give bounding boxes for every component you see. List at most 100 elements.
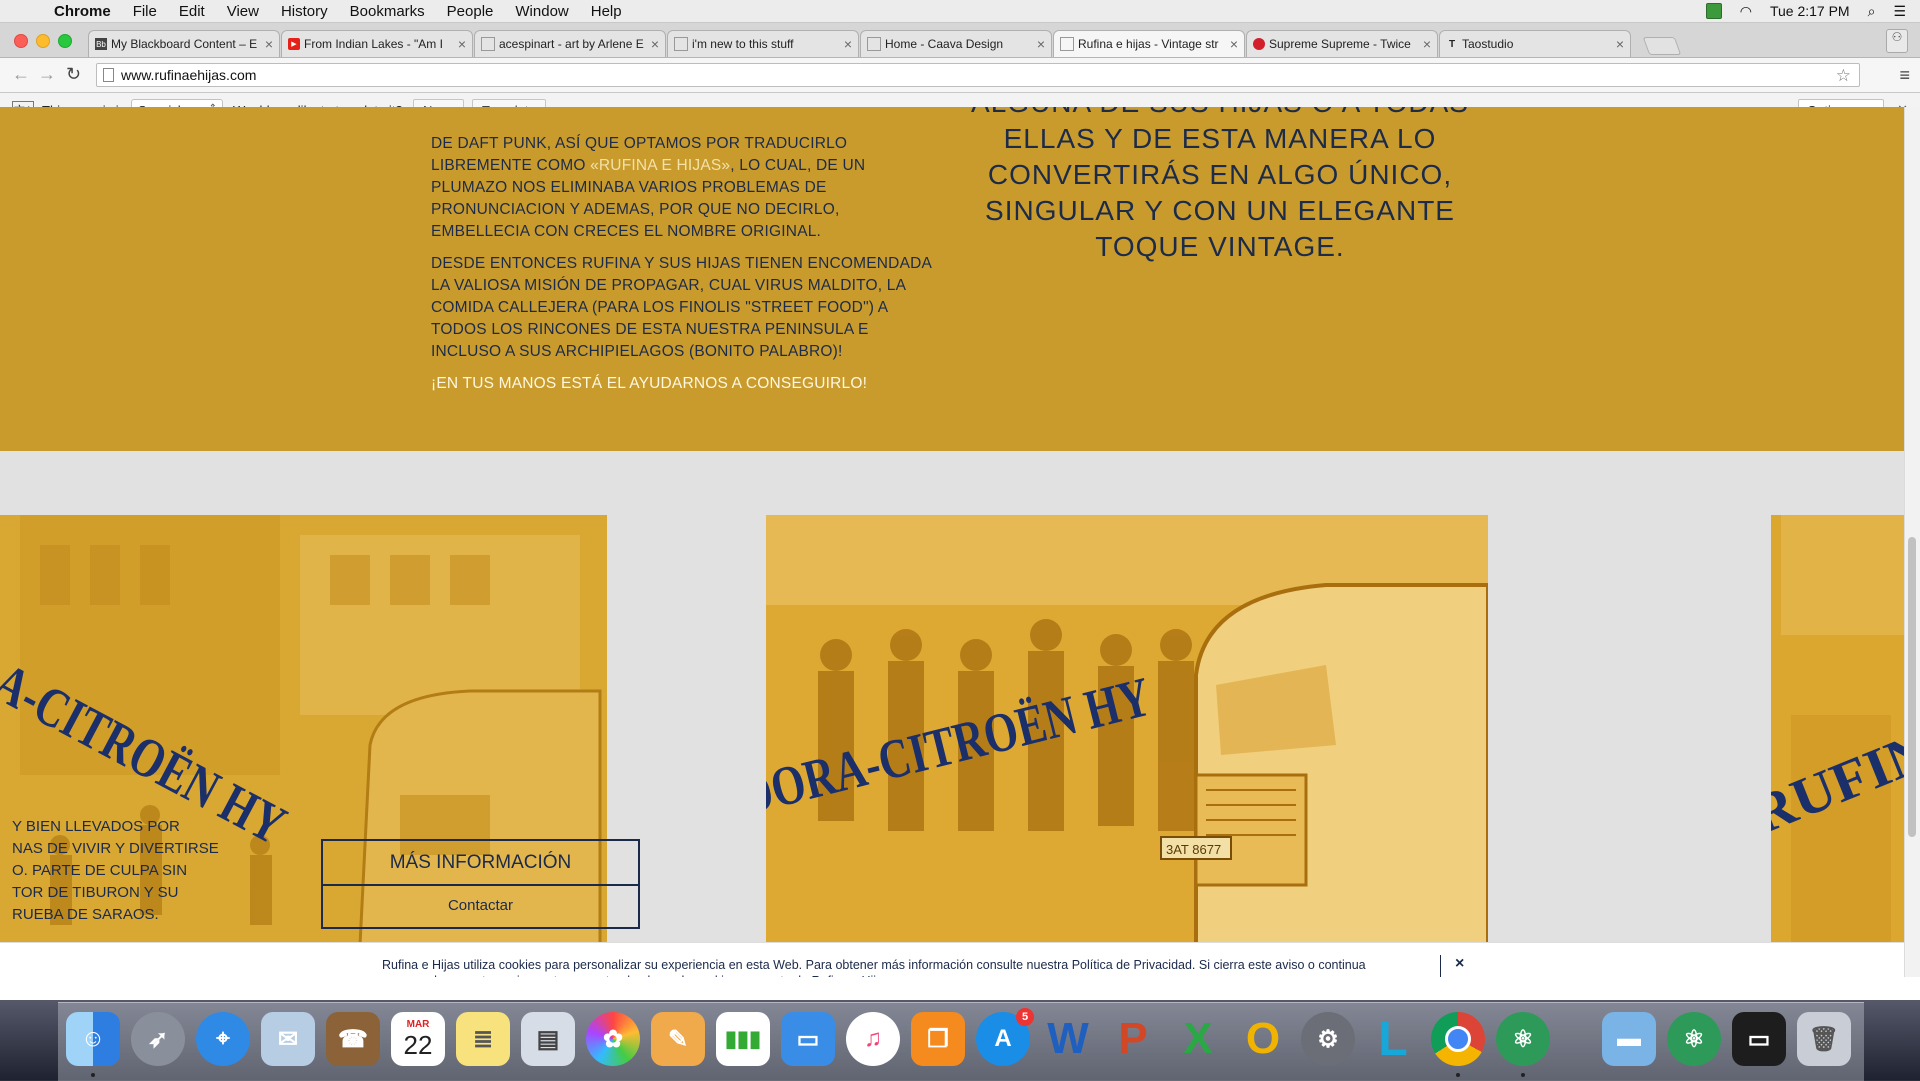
page-favicon-icon	[1060, 37, 1074, 51]
outlook-icon[interactable]: O	[1236, 1012, 1290, 1066]
numbers-icon[interactable]: ▮▮▮	[716, 1012, 770, 1066]
van-card-center[interactable]: 3AT 8677 DORA-CITROËN HY	[766, 515, 1488, 945]
new-tab-button[interactable]	[1642, 37, 1682, 55]
description-line: RUEBA DE SARAOS.	[12, 906, 159, 923]
ibooks-icon[interactable]: ❐	[911, 1012, 965, 1066]
van-photo-center: 3AT 8677 DORA-CITROËN HY	[766, 515, 1488, 945]
close-tab-icon[interactable]: ×	[458, 36, 466, 52]
notification-center-icon[interactable]: ☰	[1893, 3, 1906, 20]
about-call-to-action: ¡EN TUS MANOS ESTÁ EL AYUDARNOS A CONSEG…	[431, 375, 868, 392]
clock[interactable]: Tue 2:17 PM	[1770, 3, 1850, 19]
close-tab-icon[interactable]: ×	[844, 36, 852, 52]
atom-icon[interactable]: ⚛	[1496, 1012, 1550, 1066]
back-arrow-icon[interactable]: ←	[12, 64, 30, 85]
blackboard-favicon-icon: Bb	[95, 38, 107, 50]
app-store-icon[interactable]: A5	[976, 1008, 1034, 1066]
folder-icon[interactable]: ▬	[1602, 1012, 1656, 1066]
itunes-icon[interactable]: ♫	[846, 1012, 900, 1066]
menu-bookmarks[interactable]: Bookmarks	[350, 3, 425, 20]
menu-help[interactable]: Help	[591, 3, 622, 20]
description-line: NAS DE VIVIR Y DIVERTIRSE	[12, 840, 219, 857]
mail-icon[interactable]: ✉	[261, 1012, 315, 1066]
system-preferences-icon[interactable]: ⚙	[1301, 1012, 1355, 1066]
close-tab-icon[interactable]: ×	[1230, 36, 1238, 52]
pages-icon[interactable]: ✎	[651, 1012, 705, 1066]
tab-taostudio[interactable]: T Taostudio ×	[1439, 30, 1631, 57]
close-tab-icon[interactable]: ×	[1037, 36, 1045, 52]
contact-button[interactable]: Contactar	[323, 886, 638, 929]
cookie-divider	[1440, 955, 1441, 977]
tab-title: acespinart - art by Arlene E	[499, 37, 644, 51]
chrome-menu-icon[interactable]: ≡	[1899, 65, 1910, 86]
menu-people[interactable]: People	[447, 3, 494, 20]
more-info-button[interactable]: MÁS INFORMACIÓN	[323, 841, 638, 886]
lync-icon[interactable]: L	[1366, 1012, 1420, 1066]
page-info-icon[interactable]	[103, 68, 114, 82]
page-scrollbar[interactable]	[1904, 107, 1920, 977]
running-indicator	[91, 1073, 95, 1077]
minimize-window-button[interactable]	[36, 34, 50, 48]
cookie-close-icon[interactable]: ×	[1455, 955, 1464, 973]
description-line: Y BIEN LLEVADOS POR	[12, 818, 180, 835]
tab-supreme[interactable]: Supreme Supreme - Twice ×	[1246, 30, 1438, 57]
close-tab-icon[interactable]: ×	[265, 36, 273, 52]
url-text: www.rufinaehijas.com	[121, 67, 257, 83]
van-card-right[interactable]: RUFINA	[1771, 515, 1905, 945]
wifi-icon[interactable]: ◠	[1740, 3, 1752, 20]
close-tab-icon[interactable]: ×	[1423, 36, 1431, 52]
menu-history[interactable]: History	[281, 3, 328, 20]
tab-blackboard[interactable]: Bb My Blackboard Content – E ×	[88, 30, 280, 57]
powerpoint-icon[interactable]: P	[1106, 1012, 1160, 1066]
tab-title: Rufina e hijas - Vintage str	[1078, 37, 1219, 51]
tab-new-stuff[interactable]: i'm new to this stuff ×	[667, 30, 859, 57]
zoom-window-button[interactable]	[58, 34, 72, 48]
word-icon[interactable]: W	[1041, 1012, 1095, 1066]
tab-strip: Bb My Blackboard Content – E × ▶ From India…	[0, 23, 1920, 58]
chrome-icon[interactable]	[1431, 1012, 1485, 1066]
terminal-icon[interactable]: ▭	[1732, 1012, 1786, 1066]
macos-menubar: Chrome File Edit View History Bookmarks …	[0, 0, 1920, 23]
menu-file[interactable]: File	[133, 3, 157, 20]
safari-icon[interactable]: ⌖	[196, 1012, 250, 1066]
address-bar[interactable]: www.rufinaehijas.com ☆	[96, 63, 1860, 87]
close-window-button[interactable]	[14, 34, 28, 48]
photos-icon[interactable]: ✿	[586, 1012, 640, 1066]
tab-rufina-active[interactable]: Rufina e hijas - Vintage str ×	[1053, 30, 1245, 57]
van-photo-right: RUFINA	[1771, 515, 1905, 945]
tab-title: i'm new to this stuff	[692, 37, 794, 51]
finder-icon[interactable]: ☺	[66, 1012, 120, 1066]
tab-acespinart[interactable]: acespinart - art by Arlene E ×	[474, 30, 666, 57]
menu-window[interactable]: Window	[515, 3, 568, 20]
webpage-viewport: DE DAFT PUNK, ASÍ QUE OPTAMOS POR TRADUC…	[0, 107, 1905, 977]
menu-view[interactable]: View	[227, 3, 259, 20]
menu-edit[interactable]: Edit	[179, 3, 205, 20]
quote-line: SINGULAR Y CON UN ELEGANTE	[985, 195, 1455, 226]
atom-minimized-icon[interactable]: ⚛	[1667, 1012, 1721, 1066]
trash-icon[interactable]: 🗑	[1797, 1012, 1851, 1066]
launchpad-icon[interactable]: ➶	[131, 1012, 185, 1066]
close-tab-icon[interactable]: ×	[1616, 36, 1624, 52]
bookmark-star-icon[interactable]: ☆	[1836, 65, 1851, 87]
tab-youtube[interactable]: ▶ From Indian Lakes - "Am I ×	[281, 30, 473, 57]
page-favicon-icon	[481, 37, 495, 51]
menu-app-chrome[interactable]: Chrome	[54, 3, 111, 20]
forward-arrow-icon[interactable]: →	[38, 64, 56, 85]
contacts-icon[interactable]: ☎	[326, 1012, 380, 1066]
quote-line: CONVERTIRÁS EN ALGO ÚNICO,	[987, 159, 1453, 190]
close-tab-icon[interactable]: ×	[651, 36, 659, 52]
spotlight-icon[interactable]: ⌕	[1868, 3, 1876, 20]
preview-icon[interactable]: ▤	[521, 1012, 575, 1066]
battery-icon[interactable]	[1705, 3, 1722, 19]
profile-icon[interactable]: ⚇	[1886, 29, 1908, 53]
reload-icon[interactable]: ↻	[66, 64, 81, 85]
keynote-icon[interactable]: ▭	[781, 1012, 835, 1066]
quote-line: ALGUNA DE SUS HIJAS O A TODAS	[960, 107, 1480, 121]
scrollbar-thumb[interactable]	[1908, 537, 1916, 837]
tab-caava[interactable]: Home - Caava Design ×	[860, 30, 1052, 57]
notes-icon[interactable]: ≣	[456, 1012, 510, 1066]
cookie-message: Rufina e Hijas utiliza cookies para pers…	[382, 958, 1366, 977]
calendar-icon[interactable]: MAR 22	[391, 1012, 445, 1066]
excel-icon[interactable]: X	[1171, 1012, 1225, 1066]
page-favicon-icon	[867, 37, 881, 51]
tab-title: Home - Caava Design	[885, 37, 1004, 51]
